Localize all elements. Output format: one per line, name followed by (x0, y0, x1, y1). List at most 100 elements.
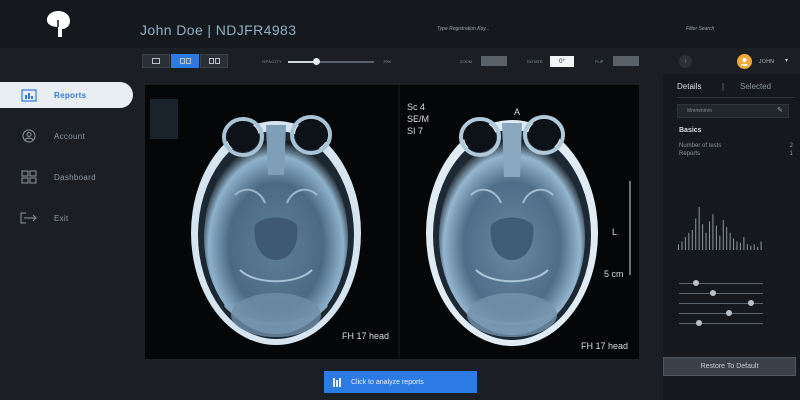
slider-knob[interactable] (709, 290, 716, 296)
histogram-bar (719, 235, 721, 250)
scan-pane-right[interactable]: Sc 4 SE/M SI 7 A L 5 cm FH 17 head (400, 85, 639, 359)
tab-separator: | (722, 82, 725, 91)
scan-info-line: SE/M (407, 114, 430, 124)
histogram-bar (733, 238, 735, 250)
sidebar-item-label: Account (54, 131, 86, 141)
histogram-bar (743, 237, 745, 250)
histogram-bar (702, 224, 704, 250)
stat-label: Number of tests (679, 143, 722, 149)
chevron-down-icon[interactable]: ▾ (785, 57, 788, 64)
reports-icon (20, 88, 38, 102)
scan-info-right: Sc 4 SE/M SI 7 (407, 101, 429, 137)
sidebar-item-exit[interactable]: Exit (0, 205, 133, 231)
sidebar-item-reports[interactable]: Reports (0, 82, 133, 108)
patient-title: John Doe | NDJFR4983 (140, 22, 297, 38)
mri-scan-left-image (145, 85, 398, 359)
rotate-input[interactable]: 0° (550, 56, 574, 67)
scan-info-line: SI 7 (407, 126, 424, 136)
opacity-slider[interactable] (288, 58, 374, 65)
restore-default-button[interactable]: Restore To Default (663, 357, 796, 376)
adjustment-slider[interactable] (679, 320, 763, 326)
sidebar-item-label: Reports (54, 90, 87, 100)
dashboard-icon (20, 170, 38, 184)
histogram-bar (684, 237, 686, 250)
mri-scan-right-image (400, 85, 639, 359)
account-icon (20, 129, 38, 143)
view-mode-group (142, 54, 228, 68)
flip-label: FLIP (595, 59, 604, 64)
histogram-bar (695, 218, 697, 250)
app-window: John Doe | NDJFR4983 Type Registration K… (0, 0, 800, 400)
adjustment-slider[interactable] (679, 280, 763, 286)
histogram-bar (757, 247, 759, 250)
zoom-input[interactable] (481, 56, 507, 66)
scan-label-left: FH 17 head (342, 331, 390, 341)
stat-label: Reports (679, 151, 701, 157)
tab-selected[interactable]: Selected (740, 82, 771, 91)
side-marker: L (612, 227, 618, 237)
histogram-bar (750, 245, 752, 250)
registration-key-search[interactable]: Type Registration Key... (437, 26, 490, 32)
analyze-reports-button[interactable]: Click to analyze reports (324, 371, 477, 393)
intensity-histogram (678, 207, 762, 250)
sidebar-item-account[interactable]: Account (0, 123, 133, 149)
adjustment-slider[interactable] (679, 300, 763, 306)
stat-row-reports: Reports 1 (679, 151, 793, 157)
histogram-bar (746, 244, 748, 250)
histogram-bar (691, 229, 693, 250)
adjustment-slider[interactable] (679, 310, 763, 316)
compare-view-button[interactable] (200, 54, 228, 68)
chevron-right-icon[interactable]: › (679, 55, 692, 68)
histogram-bar (760, 241, 762, 250)
scan-pane-left[interactable]: FH 17 head (145, 85, 398, 359)
histogram-bar (736, 241, 738, 250)
stat-value: 1 (789, 151, 793, 157)
basics-title: Basics (679, 127, 702, 134)
histogram-bar (712, 214, 714, 250)
opacity-label: OPACITY (262, 59, 283, 64)
details-divider (677, 97, 795, 98)
stat-value: 2 (789, 143, 793, 149)
adjustment-slider[interactable] (679, 290, 763, 296)
single-view-button[interactable] (142, 54, 170, 68)
user-name[interactable]: JOHN (759, 59, 774, 65)
histogram-bar (739, 242, 741, 250)
split-view-icon (179, 58, 191, 64)
scan-label-right: FH 17 head (581, 341, 629, 351)
single-view-icon (152, 58, 160, 64)
histogram-bar (688, 232, 690, 250)
histogram-bar (715, 225, 717, 250)
split-view-button[interactable] (171, 54, 199, 68)
pencil-icon[interactable]: ✎ (777, 106, 783, 114)
sidebar-item-label: Exit (54, 213, 69, 223)
stat-row-tests: Number of tests 2 (679, 143, 793, 149)
scan-info-line: Sc 4 (407, 102, 426, 112)
scale-label: 5 cm (604, 269, 624, 279)
app-logo-icon[interactable] (44, 10, 72, 38)
sidebar-item-dashboard[interactable]: Dashboard (0, 164, 133, 190)
histogram-bar (753, 244, 755, 250)
orientation-marker: A (514, 107, 521, 117)
tab-details[interactable]: Details (677, 82, 701, 91)
histogram-bar (705, 232, 707, 250)
histogram-bar (726, 227, 728, 250)
top-header: John Doe | NDJFR4983 Type Registration K… (0, 0, 800, 48)
histogram-bar (722, 219, 724, 250)
histogram-bar (678, 244, 680, 250)
bar-chart-icon (333, 377, 341, 387)
histogram-bar (698, 207, 700, 250)
details-name-field[interactable]: Mmmmmm (677, 104, 789, 118)
opacity-slider-knob[interactable] (312, 58, 320, 65)
flip-select[interactable] (613, 56, 639, 66)
image-viewer[interactable]: FH 17 head Sc 4 SE/M SI 7 A L 5 cm FH 17… (145, 85, 639, 359)
compare-view-icon (208, 58, 220, 64)
histogram-bar (729, 232, 731, 250)
filter-search[interactable]: Filter Search (686, 26, 714, 32)
histogram-bar (708, 221, 710, 250)
exit-icon (20, 211, 38, 225)
user-avatar-icon[interactable] (737, 54, 752, 69)
histogram-bar (681, 241, 683, 250)
rotate-label: ROTATE (527, 59, 543, 64)
analyze-reports-label: Click to analyze reports (351, 378, 424, 386)
slider-knob[interactable] (692, 280, 699, 286)
